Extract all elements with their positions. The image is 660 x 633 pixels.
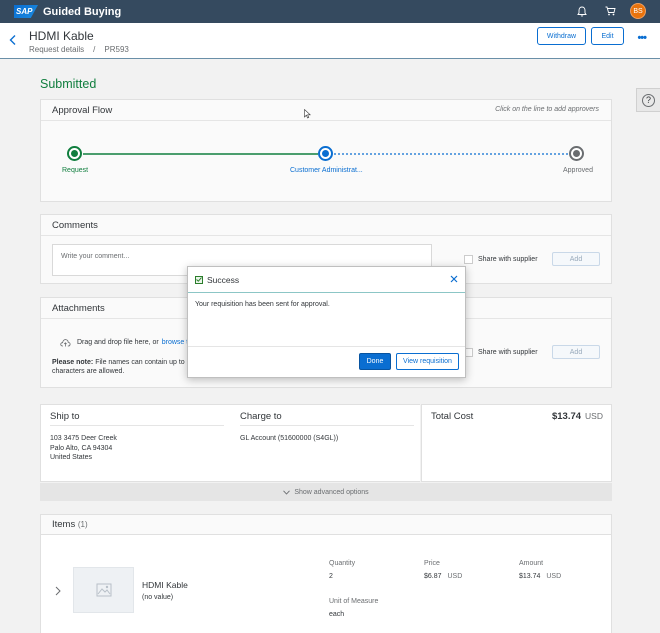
flow-label-customer-admin: Customer Administrat... bbox=[290, 167, 363, 174]
chevron-right-icon[interactable] bbox=[55, 586, 61, 599]
flow-node-request[interactable] bbox=[67, 146, 82, 161]
comments-title: Comments bbox=[41, 215, 611, 236]
ship-to-divider bbox=[50, 425, 224, 426]
amount-currency: USD bbox=[546, 573, 562, 580]
note-bold: Please note: bbox=[52, 359, 94, 366]
charge-to-title: Charge to bbox=[240, 411, 282, 422]
show-advanced-options-label: Show advanced options bbox=[294, 488, 369, 496]
show-advanced-options-button[interactable]: Show advanced options bbox=[40, 483, 612, 501]
attachments-share-label: Share with supplier bbox=[478, 349, 538, 356]
ship-to-title: Ship to bbox=[50, 411, 80, 422]
ship-to-line-3: United States bbox=[50, 454, 93, 461]
upload-cloud-icon bbox=[60, 338, 71, 346]
flow-node-customer-admin[interactable] bbox=[318, 146, 333, 161]
amount-label: Amount bbox=[519, 560, 544, 567]
items-title: Items bbox=[52, 519, 76, 530]
image-placeholder-icon bbox=[96, 583, 111, 597]
item-subtitle: (no value) bbox=[142, 594, 174, 601]
price-amount: $6.87 bbox=[424, 573, 442, 580]
amount-value: $13.74 USD bbox=[519, 573, 561, 580]
attachments-note: Please note: File names can contain up t… bbox=[52, 358, 192, 376]
done-button[interactable]: Done bbox=[359, 353, 391, 370]
price-label: Price bbox=[424, 560, 440, 567]
price-value: $6.87 USD bbox=[424, 573, 462, 580]
drop-zone-text: Drag and drop file here, or bbox=[77, 338, 159, 346]
browse-link[interactable]: browse t bbox=[162, 339, 188, 346]
total-amount: $13.74 bbox=[551, 411, 582, 422]
ship-to-line-1: 103 3475 Deer Creek bbox=[50, 435, 117, 442]
items-count: (1) bbox=[77, 520, 88, 529]
dialog-footer-divider bbox=[188, 346, 465, 347]
item-name[interactable]: HDMI Kable bbox=[142, 580, 188, 590]
close-icon[interactable] bbox=[449, 274, 459, 284]
chevron-down-icon bbox=[283, 489, 291, 495]
mouse-cursor-icon bbox=[304, 108, 311, 122]
total-cost-value: $13.74 USD bbox=[552, 411, 603, 422]
price-currency: USD bbox=[447, 573, 463, 580]
flow-label-request: Request bbox=[62, 167, 89, 174]
total-currency: USD bbox=[585, 411, 603, 421]
note-text: File names can contain up to bbox=[93, 359, 185, 366]
item-thumbnail[interactable] bbox=[73, 567, 134, 613]
success-dialog: Success Your requisition has been sent f… bbox=[187, 266, 466, 378]
charge-to-account: GL Account (51600000 (S4GL)) bbox=[240, 435, 339, 442]
success-check-icon bbox=[195, 275, 203, 284]
note-text-2: characters are allowed. bbox=[52, 368, 125, 375]
amount-amount: $13.74 bbox=[519, 573, 541, 580]
dialog-title: Success bbox=[207, 274, 240, 285]
attachments-add-button[interactable]: Add bbox=[552, 345, 600, 359]
quantity-label: Quantity bbox=[329, 560, 356, 567]
uom-label: Unit of Measure bbox=[329, 598, 379, 605]
items-header: Items (1) bbox=[40, 514, 612, 535]
dialog-header: Success bbox=[188, 267, 465, 293]
flow-node-approved[interactable] bbox=[569, 146, 584, 161]
comments-share-checkbox[interactable] bbox=[464, 255, 473, 264]
ship-to-line-2: Palo Alto, CA 94304 bbox=[50, 444, 113, 452]
comments-share-label: Share with supplier bbox=[478, 256, 538, 263]
flow-label-approved: Approved bbox=[563, 167, 593, 174]
dialog-message: Your requisition has been sent for appro… bbox=[195, 301, 330, 308]
comments-add-button[interactable]: Add bbox=[552, 252, 600, 266]
uom-value: each bbox=[329, 611, 345, 618]
view-requisition-button[interactable]: View requisition bbox=[396, 353, 459, 370]
quantity-value: 2 bbox=[329, 573, 333, 580]
charge-to-divider bbox=[240, 425, 414, 426]
total-cost-title: Total Cost bbox=[431, 411, 474, 422]
